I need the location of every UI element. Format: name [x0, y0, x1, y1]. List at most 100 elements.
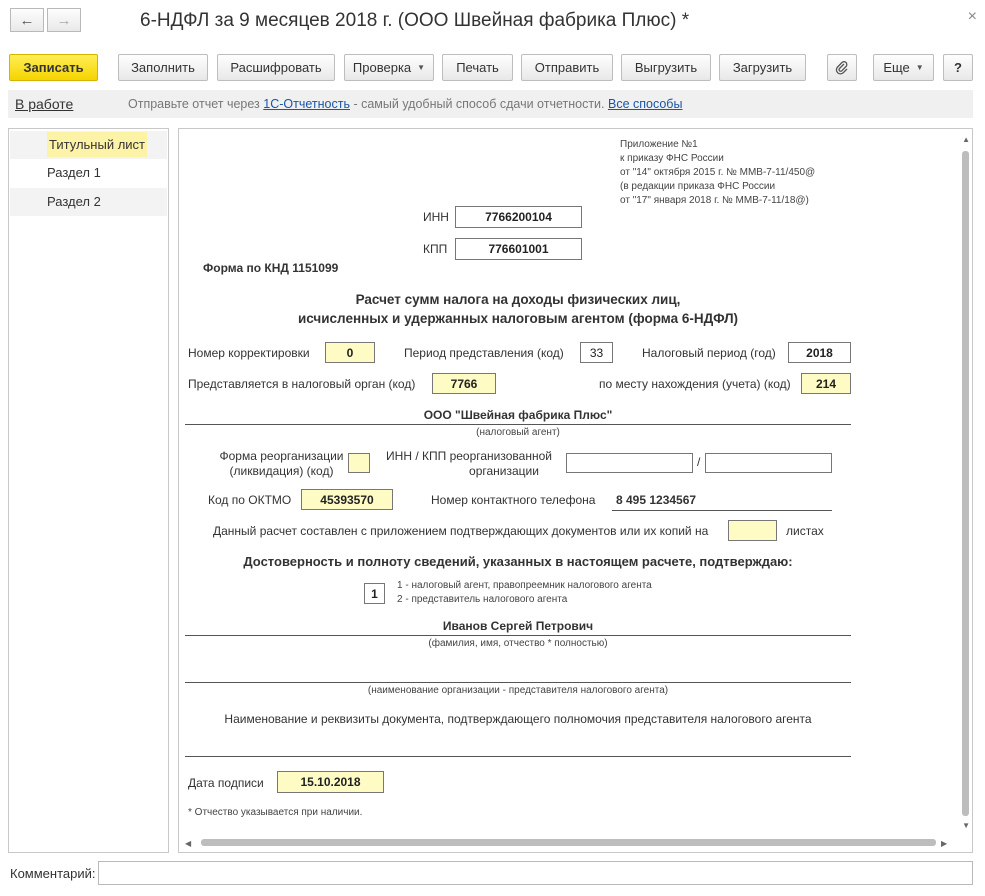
- check-label: Проверка: [352, 60, 412, 75]
- load-button[interactable]: Загрузить: [719, 54, 806, 81]
- phone-underline: [612, 510, 832, 511]
- reorg-kpp-field[interactable]: [705, 453, 832, 473]
- form-document: ▲ ▼ ◀ ▶ Приложение №1 к приказу ФНС Росс…: [178, 128, 973, 853]
- comment-input[interactable]: [98, 861, 973, 885]
- signer-name[interactable]: Иванов Сергей Петрович: [179, 619, 857, 633]
- footnote: * Отчество указывается при наличии.: [188, 807, 363, 818]
- help-button[interactable]: ?: [943, 54, 973, 81]
- signer-code-field[interactable]: 1: [364, 583, 385, 604]
- org-caption: (налоговый агент): [476, 427, 560, 438]
- horizontal-scrollbar[interactable]: [201, 839, 936, 846]
- info-message-prefix: Отправьте отчет через: [128, 97, 264, 111]
- org-rep-caption: (наименование организации - представител…: [367, 685, 669, 696]
- signer-option-1: 1 - налоговый агент, правопреемник налог…: [397, 580, 652, 591]
- sign-date-field[interactable]: 15.10.2018: [277, 771, 384, 793]
- sections-sidebar: Титульный лист Раздел 1 Раздел 2: [8, 128, 169, 853]
- tax-authority-label: Представляется в налоговый орган (код): [188, 377, 416, 391]
- scroll-right-icon[interactable]: ▶: [941, 839, 947, 848]
- knd-label: Форма по КНД 1151099: [203, 261, 339, 275]
- form-heading-line1: Расчет сумм налога на доходы физических …: [355, 292, 681, 307]
- upload-button[interactable]: Выгрузить: [621, 54, 711, 81]
- check-dropdown-button[interactable]: Проверка ▼: [344, 54, 434, 81]
- period-field[interactable]: 33: [580, 342, 613, 363]
- doc-underline: [185, 756, 851, 757]
- period-label: Период представления (код): [404, 346, 564, 360]
- sidebar-item-label: Раздел 1: [47, 165, 101, 180]
- arrow-right-icon: →: [56, 11, 72, 29]
- 1c-reporting-link[interactable]: 1С-Отчетность: [263, 97, 350, 111]
- signer-option-2: 2 - представитель налогового агента: [397, 594, 568, 605]
- close-icon[interactable]: ×: [968, 8, 977, 26]
- tax-authority-field[interactable]: 7766: [432, 373, 496, 394]
- appendix-line: (в редакции приказа ФНС России: [620, 181, 776, 192]
- kpp-label: КПП: [423, 242, 448, 256]
- appendix-line: от "14" октября 2015 г. № ММВ-7-11/450@: [620, 167, 816, 178]
- phone-label: Номер контактного телефона: [431, 493, 596, 507]
- kpp-field[interactable]: 776601001: [455, 238, 582, 260]
- back-button[interactable]: ←: [10, 8, 44, 32]
- info-message-suffix: - самый удобный способ сдачи отчетности.: [349, 97, 608, 111]
- all-methods-link[interactable]: Все способы: [608, 97, 682, 111]
- divider: [185, 635, 851, 636]
- more-dropdown-button[interactable]: Еще ▼: [873, 54, 934, 81]
- window-title: 6-НДФЛ за 9 месяцев 2018 г. (ООО Швейная…: [140, 10, 690, 31]
- correction-field[interactable]: 0: [325, 342, 375, 363]
- reorg-inn-label-line1: ИНН / КПП реорганизованной: [386, 449, 552, 463]
- info-bar: В работе Отправьте отчет через 1С-Отчетн…: [8, 90, 973, 118]
- inn-field[interactable]: 7766200104: [455, 206, 582, 228]
- scroll-up-icon[interactable]: ▲: [962, 135, 970, 144]
- sidebar-item-label: Раздел 2: [47, 194, 101, 209]
- sign-date-label: Дата подписи: [188, 776, 264, 790]
- appendix-line: к приказу ФНС России: [620, 153, 724, 164]
- scroll-left-icon[interactable]: ◀: [185, 839, 191, 848]
- tax-period-label: Налоговый период (год): [642, 346, 776, 360]
- sidebar-item-section-1[interactable]: Раздел 1: [10, 159, 167, 187]
- sidebar-item-label: Титульный лист: [47, 132, 148, 157]
- attachment-button[interactable]: [827, 54, 857, 81]
- reorg-form-label-line1: Форма реорганизации: [219, 449, 344, 463]
- divider: [185, 424, 851, 425]
- org-rep-underline: [185, 682, 851, 683]
- form-heading-line2: исчисленных и удержанных налоговым агент…: [297, 311, 739, 326]
- fill-button[interactable]: Заполнить: [118, 54, 208, 81]
- sidebar-item-section-2[interactable]: Раздел 2: [10, 188, 167, 216]
- tax-period-field[interactable]: 2018: [788, 342, 851, 363]
- phone-field[interactable]: 8 495 1234567: [616, 493, 696, 507]
- slash-separator: /: [697, 455, 701, 469]
- attachments-label: Данный расчет составлен с приложением по…: [213, 524, 709, 538]
- sidebar-item-title-page[interactable]: Титульный лист: [10, 131, 167, 159]
- reorg-inn-label-line2: организации: [469, 464, 539, 478]
- reorg-inn-field[interactable]: [566, 453, 693, 473]
- decode-button[interactable]: Расшифровать: [217, 54, 335, 81]
- oktmo-label: Код по ОКТМО: [208, 493, 292, 507]
- reorg-form-field[interactable]: [348, 453, 370, 473]
- location-label: по месту нахождения (учета) (код): [599, 377, 791, 391]
- doc-label: Наименование и реквизиты документа, подт…: [224, 712, 812, 726]
- forward-button[interactable]: →: [47, 8, 81, 32]
- inn-label: ИНН: [423, 210, 449, 224]
- oktmo-field[interactable]: 45393570: [301, 489, 393, 510]
- paperclip-icon: [835, 60, 848, 75]
- caret-down-icon: ▼: [417, 63, 426, 72]
- location-field[interactable]: 214: [801, 373, 851, 394]
- print-button[interactable]: Печать: [442, 54, 513, 81]
- reorg-form-label-line2: (ликвидация) (код): [229, 464, 334, 478]
- org-name: ООО "Швейная фабрика Плюс": [423, 408, 613, 422]
- more-label: Еще: [883, 60, 910, 75]
- fio-caption: (фамилия, имя, отчество * полностью): [428, 638, 608, 649]
- send-button[interactable]: Отправить: [521, 54, 613, 81]
- arrow-left-icon: ←: [19, 11, 35, 29]
- caret-down-icon: ▼: [915, 63, 924, 72]
- info-message: Отправьте отчет через 1С-Отчетность - са…: [128, 97, 682, 111]
- appendix-line: от "17" января 2018 г. № ММВ-7-11/18@): [620, 195, 809, 206]
- appendix-line: Приложение №1: [620, 139, 698, 150]
- comment-label: Комментарий:: [10, 866, 96, 881]
- vertical-scrollbar[interactable]: [962, 151, 969, 816]
- sheets-count-field[interactable]: [728, 520, 777, 541]
- status-link[interactable]: В работе: [15, 96, 73, 112]
- correction-label: Номер корректировки: [188, 346, 310, 360]
- save-button[interactable]: Записать: [9, 54, 98, 81]
- confirm-heading: Достоверность и полноту сведений, указан…: [243, 554, 793, 569]
- sheets-label: листах: [786, 524, 824, 538]
- scroll-down-icon[interactable]: ▼: [962, 821, 970, 830]
